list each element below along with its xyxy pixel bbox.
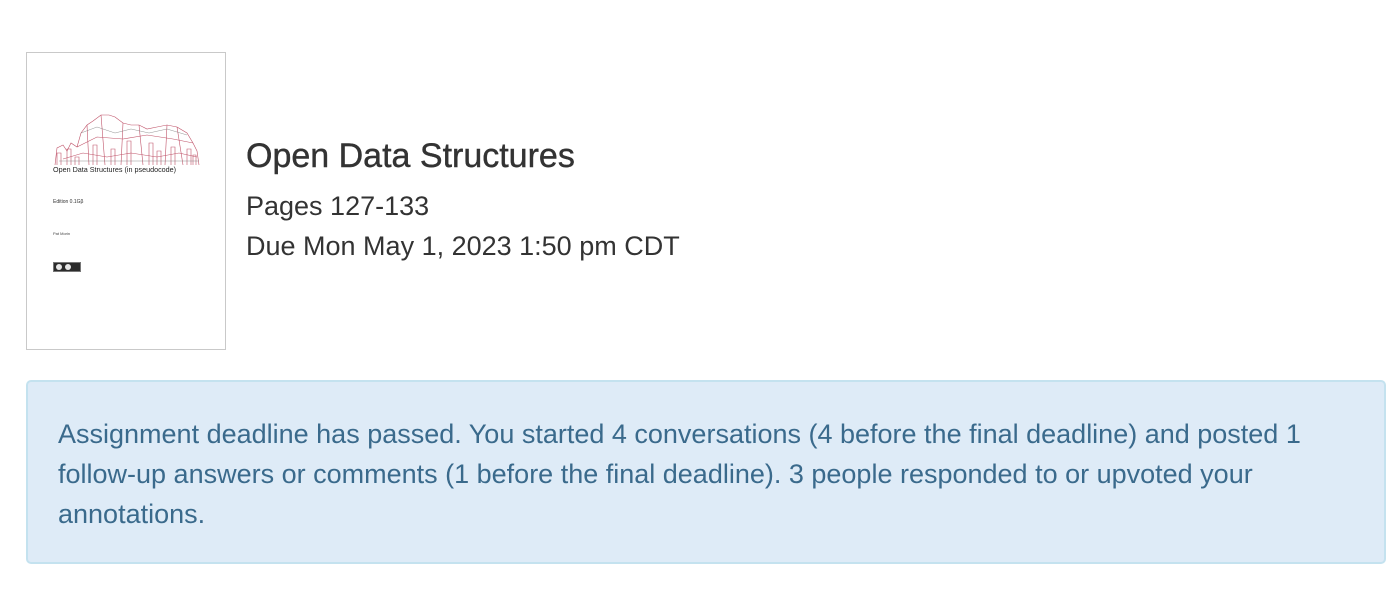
cover-author: Pat Morin: [53, 231, 71, 236]
book-cover-thumbnail[interactable]: Open Data Structures (in pseudocode) Edi…: [26, 52, 226, 350]
assignment-pages: Pages 127-133: [246, 191, 430, 221]
cc-license-badge: [53, 262, 81, 272]
assignment-page: Open Data Structures (in pseudocode) Edi…: [0, 0, 1396, 594]
deadline-info-message: Assignment deadline has passed. You star…: [58, 419, 1301, 529]
deadline-info-alert: Assignment deadline has passed. You star…: [26, 380, 1386, 564]
cover-edition: Edition 0.1Gβ: [53, 199, 84, 205]
cover-title: Open Data Structures (in pseudocode): [53, 165, 177, 174]
assignment-title: Open Data Structures: [246, 137, 575, 175]
assignment-due-date: Due Mon May 1, 2023 1:50 pm CDT: [246, 231, 680, 261]
assignment-header: Open Data Structures (in pseudocode) Edi…: [26, 52, 680, 350]
assignment-meta: Open Data Structures Pages 127-133 Due M…: [246, 136, 680, 266]
